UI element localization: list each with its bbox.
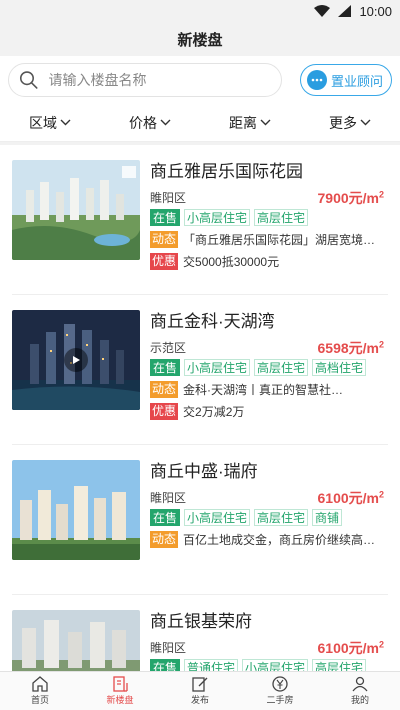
listing-item[interactable]: 商丘金科·天湖湾 示范区 6598元/m2 在售 小高层住宅 高层住宅 高档住宅… bbox=[12, 295, 388, 445]
tab-label: 二手房 bbox=[266, 695, 294, 705]
listing-news: 动态 百亿土地成交金，商丘房价继续高歌… bbox=[150, 531, 384, 548]
listing-price: 6598元/m2 bbox=[317, 339, 385, 356]
property-type-tag: 高档住宅 bbox=[312, 359, 367, 376]
listing-photo bbox=[12, 610, 140, 671]
property-type-tag: 高层住宅 bbox=[312, 659, 367, 671]
property-type-tag: 普通住宅 bbox=[184, 659, 239, 671]
filter-more[interactable]: 更多 bbox=[300, 113, 400, 133]
promo-text: 交2万减2万 bbox=[183, 405, 245, 419]
filter-label: 区域 bbox=[29, 114, 57, 131]
bottom-tab-bar: 首页 新楼盘 发布 二手房 我的 bbox=[0, 671, 400, 710]
property-type-tag: 高层住宅 bbox=[254, 359, 309, 376]
listing-price: 6100元/m2 bbox=[317, 489, 385, 506]
listing-list: 商丘雅居乐国际花园 睢阳区 7900元/m2 在售 小高层住宅 高层住宅 动态 … bbox=[0, 145, 400, 671]
advisor-button[interactable]: 置业顾问 bbox=[299, 64, 392, 96]
status-time: 10:00 bbox=[359, 3, 392, 19]
filter-region[interactable]: 区域 bbox=[0, 113, 100, 133]
filter-label: 更多 bbox=[329, 114, 357, 131]
promo-badge: 优惠 bbox=[150, 403, 179, 420]
listing-price: 7900元/m2 bbox=[317, 189, 385, 206]
news-badge: 动态 bbox=[150, 531, 179, 548]
listing-photo bbox=[12, 460, 140, 560]
news-text: 「商丘雅居乐国际花园」湖居宽境，… bbox=[183, 233, 384, 247]
listing-name: 商丘雅居乐国际花园 bbox=[150, 162, 303, 181]
search-row: 置业顾问 bbox=[0, 56, 400, 104]
listing-district: 睢阳区 bbox=[150, 491, 187, 505]
listing-tags: 在售 小高层住宅 高层住宅 bbox=[150, 209, 309, 226]
home-icon bbox=[32, 676, 48, 692]
filter-price[interactable]: 价格 bbox=[100, 113, 200, 133]
listing-item[interactable]: 商丘中盛·瑞府 睢阳区 6100元/m2 在售 小高层住宅 高层住宅 商铺 动态… bbox=[12, 445, 388, 595]
listing-photo bbox=[12, 160, 140, 260]
listing-tags: 在售 小高层住宅 高层住宅 商铺 bbox=[150, 509, 343, 526]
tab-label: 新楼盘 bbox=[106, 695, 134, 705]
listing-name: 商丘中盛·瑞府 bbox=[150, 462, 258, 481]
tab-second-hand[interactable]: 二手房 bbox=[240, 672, 320, 710]
property-type-tag: 小高层住宅 bbox=[184, 359, 251, 376]
listing-photo bbox=[12, 310, 140, 410]
status-bar: 10:00 bbox=[0, 0, 400, 22]
property-type-tag: 高层住宅 bbox=[254, 509, 309, 526]
sale-status-tag: 在售 bbox=[150, 209, 181, 226]
search-input[interactable] bbox=[48, 72, 281, 88]
listing-name: 商丘金科·天湖湾 bbox=[150, 312, 275, 331]
news-badge: 动态 bbox=[150, 381, 179, 398]
chat-bubble-icon bbox=[306, 70, 327, 90]
tab-label: 我的 bbox=[350, 695, 369, 705]
listing-promo: 优惠 交2万减2万 bbox=[150, 403, 384, 420]
property-type-tag: 小高层住宅 bbox=[184, 209, 251, 226]
tab-home[interactable]: 首页 bbox=[0, 672, 80, 710]
search-box[interactable] bbox=[8, 63, 282, 97]
listing-price: 6100元/m2 bbox=[317, 639, 385, 656]
listing-name: 商丘银基荣府 bbox=[150, 612, 252, 631]
listing-item[interactable]: 商丘雅居乐国际花园 睢阳区 7900元/m2 在售 小高层住宅 高层住宅 动态 … bbox=[12, 145, 388, 295]
chevron-down-icon bbox=[160, 119, 171, 126]
listing-tags: 在售 小高层住宅 高层住宅 高档住宅 bbox=[150, 359, 367, 376]
property-type-tag: 高层住宅 bbox=[254, 209, 309, 226]
listing-news: 动态 金科·天湖湾丨真正的智慧社… bbox=[150, 381, 384, 398]
edit-icon bbox=[192, 677, 208, 692]
user-icon bbox=[352, 676, 368, 692]
promo-text: 交5000抵30000元 bbox=[183, 255, 280, 269]
yuan-icon bbox=[272, 676, 288, 692]
listing-district: 睢阳区 bbox=[150, 641, 187, 655]
property-type-tag: 小高层住宅 bbox=[242, 659, 309, 671]
signal-icon bbox=[338, 5, 352, 17]
promo-badge: 优惠 bbox=[150, 253, 179, 270]
search-icon bbox=[19, 71, 38, 89]
listing-news: 动态 「商丘雅居乐国际花园」湖居宽境，… bbox=[150, 231, 384, 248]
tab-new-homes[interactable]: 新楼盘 bbox=[80, 672, 160, 710]
news-text: 金科·天湖湾丨真正的智慧社… bbox=[183, 383, 344, 397]
filter-label: 价格 bbox=[129, 114, 157, 131]
chevron-down-icon bbox=[360, 119, 371, 126]
property-type-tag: 商铺 bbox=[312, 509, 343, 526]
tab-publish[interactable]: 发布 bbox=[160, 672, 240, 710]
tab-label: 发布 bbox=[190, 695, 209, 705]
listing-district: 睢阳区 bbox=[150, 191, 187, 205]
listing-district: 示范区 bbox=[150, 341, 187, 355]
tab-label: 首页 bbox=[30, 695, 49, 705]
building-icon bbox=[113, 676, 128, 692]
play-icon[interactable] bbox=[64, 348, 88, 372]
wifi-icon bbox=[314, 5, 331, 17]
chevron-down-icon bbox=[260, 119, 271, 126]
tab-mine[interactable]: 我的 bbox=[320, 672, 400, 710]
page-title: 新楼盘 bbox=[0, 22, 400, 56]
chevron-down-icon bbox=[60, 119, 71, 126]
listing-item[interactable]: 商丘银基荣府 睢阳区 6100元/m2 在售 普通住宅 小高层住宅 高层住宅 bbox=[12, 595, 388, 671]
property-type-tag: 小高层住宅 bbox=[184, 509, 251, 526]
news-text: 百亿土地成交金，商丘房价继续高歌… bbox=[183, 533, 384, 547]
listing-promo: 优惠 交5000抵30000元 bbox=[150, 253, 384, 270]
sale-status-tag: 在售 bbox=[150, 509, 181, 526]
news-badge: 动态 bbox=[150, 231, 179, 248]
sale-status-tag: 在售 bbox=[150, 359, 181, 376]
filter-label: 距离 bbox=[229, 114, 257, 131]
filter-bar: 区域 价格 距离 更多 bbox=[0, 104, 400, 142]
listing-tags: 在售 普通住宅 小高层住宅 高层住宅 bbox=[150, 659, 367, 671]
sale-status-tag: 在售 bbox=[150, 659, 181, 671]
filter-distance[interactable]: 距离 bbox=[200, 113, 300, 133]
advisor-label: 置业顾问 bbox=[330, 73, 383, 89]
